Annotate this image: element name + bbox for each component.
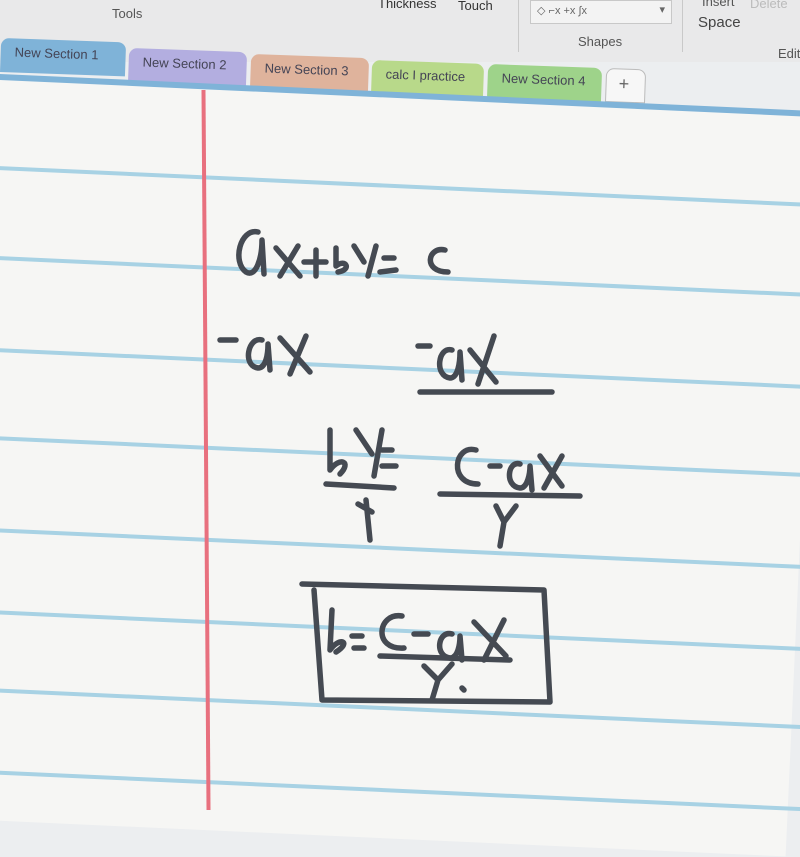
ink-line-1: ax+by=c <box>236 229 451 279</box>
ink-line-3: by/y = (c-ax)/y <box>323 427 583 549</box>
ink-line-2: -ax <box>217 333 555 395</box>
handwriting-ink: ax+by=c -ax by/y = (c-ax)/y b = (c-ax)/y… <box>217 229 583 705</box>
boxed-answer: b = (c-ax)/y. <box>299 581 553 705</box>
